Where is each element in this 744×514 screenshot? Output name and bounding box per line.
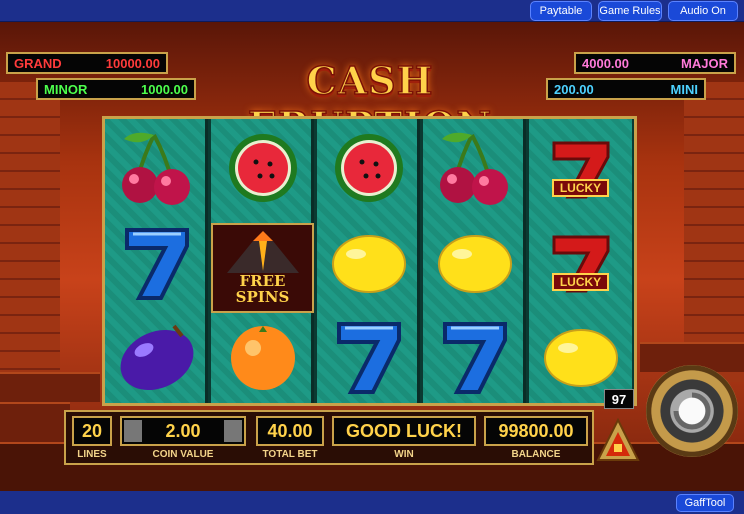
mini-value: 200.00: [554, 81, 594, 97]
major-label: MAJOR: [681, 55, 728, 71]
lucky-seven-icon: LUCKY: [529, 215, 632, 309]
watermelon-icon: [317, 121, 420, 215]
lemon-icon: [423, 215, 526, 309]
minor-jackpot: MINOR 1000.00: [36, 78, 196, 100]
free-spins-line-2: SPINS: [235, 288, 290, 306]
major-value: 4000.00: [582, 55, 629, 71]
plum-icon: [105, 309, 208, 403]
bottom-bar: GaffTool: [0, 491, 744, 514]
reel-5: LUCKY LUCKY: [529, 119, 632, 403]
gafftool-button[interactable]: GaffTool: [676, 494, 734, 512]
lines-label: LINES: [77, 449, 107, 460]
free-spins-line-1: FREE: [239, 272, 286, 290]
paytable-button[interactable]: Paytable: [530, 1, 592, 21]
lucky-label: LUCKY: [551, 179, 610, 197]
bet-panel: 20 LINES 2.00 COIN VALUE 40.00 TOTAL BET…: [64, 410, 594, 465]
reel-2: FREE SPINS: [211, 119, 314, 403]
major-jackpot: 4000.00 MAJOR: [574, 52, 736, 74]
lucky-seven-icon: LUCKY: [529, 121, 632, 215]
balance-value: 99800.00: [484, 416, 588, 446]
spin-arrow-icon: [673, 392, 711, 430]
total-bet-label: TOTAL BET: [262, 449, 318, 460]
lemon-icon: [317, 215, 420, 309]
win-label: WIN: [394, 449, 414, 460]
free-spins-label: FREE SPINS: [236, 273, 290, 305]
lucky-label: LUCKY: [551, 273, 610, 291]
reel-4: [423, 119, 526, 403]
blue-seven-icon: [317, 309, 420, 403]
audio-button[interactable]: Audio On: [668, 1, 738, 21]
game-logo: CASH ERUPTION: [247, 57, 492, 149]
free-spins-volcano-icon: FREE SPINS: [211, 223, 314, 313]
blue-seven-icon: [423, 309, 526, 403]
grand-label: GRAND: [14, 55, 62, 71]
spin-button[interactable]: [646, 365, 738, 457]
mini-label: MINI: [670, 81, 698, 97]
watermelon-icon: [211, 121, 314, 215]
coin-value-selector[interactable]: 2.00: [120, 416, 246, 446]
pyramid-bet-icon[interactable]: [596, 417, 640, 467]
coin-value: 2.00: [165, 420, 201, 441]
reel-3: [317, 119, 420, 403]
coin-up-icon[interactable]: [224, 420, 242, 442]
reel-grid: FREE SPINS LUCKY LUCKY: [102, 116, 637, 406]
blue-seven-icon: [105, 215, 208, 309]
auto-spin-count: 97: [604, 389, 634, 409]
mini-jackpot: 200.00 MINI: [546, 78, 706, 100]
win-value: GOOD LUCK!: [332, 416, 476, 446]
balance-label: BALANCE: [511, 449, 561, 460]
minor-label: MINOR: [44, 81, 88, 97]
coin-value-label: COIN VALUE: [152, 449, 214, 460]
grand-value: 10000.00: [105, 55, 160, 71]
top-menu-bar: Paytable Game Rules Audio On: [0, 0, 744, 22]
game-rules-button[interactable]: Game Rules: [598, 1, 662, 21]
minor-value: 1000.00: [141, 81, 188, 97]
orange-icon: [211, 309, 314, 403]
reel-1: [105, 119, 208, 403]
lines-value[interactable]: 20: [72, 416, 112, 446]
total-bet-value: 40.00: [256, 416, 324, 446]
cherry-icon: [105, 121, 208, 215]
grand-jackpot: GRAND 10000.00: [6, 52, 168, 74]
coin-down-icon[interactable]: [124, 420, 142, 442]
cherry-icon: [423, 121, 526, 215]
